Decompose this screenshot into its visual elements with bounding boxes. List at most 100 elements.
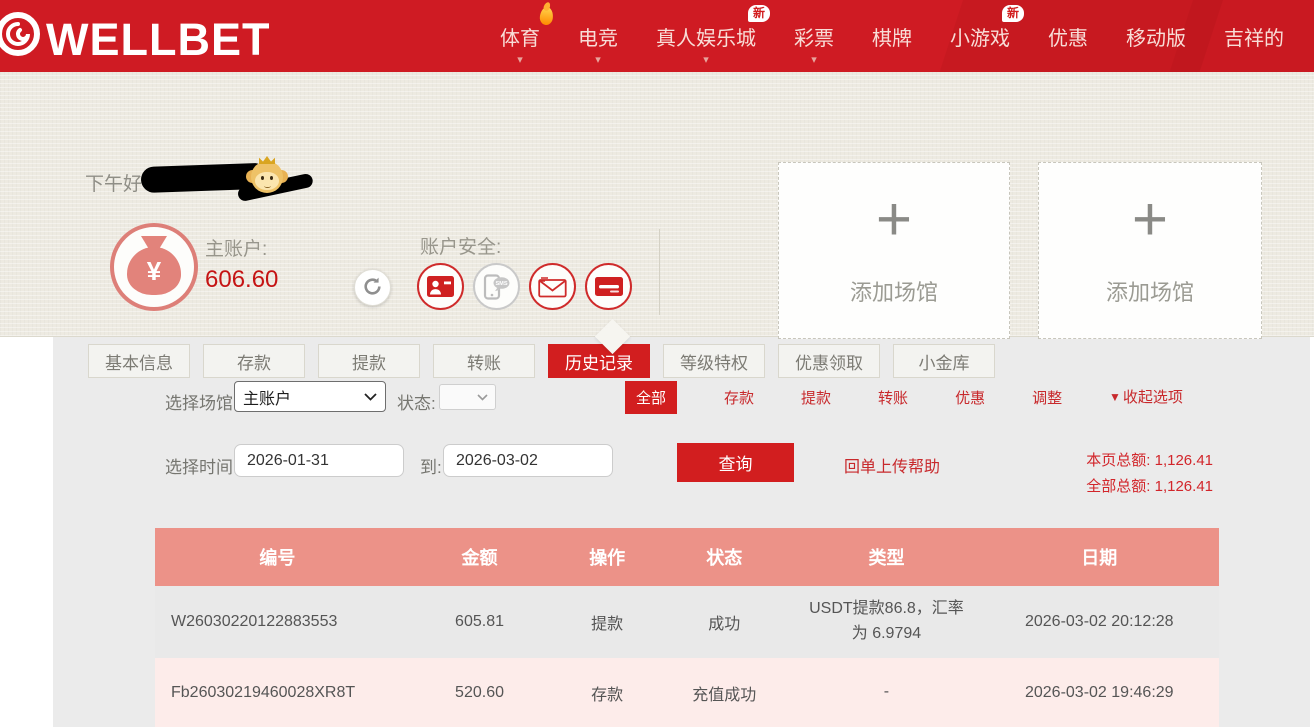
table-row: Fb26030219460028XR8T520.60存款充值成功-2026-03… xyxy=(155,658,1219,727)
collapse-options-link[interactable]: ▼ 收起选项 xyxy=(1109,386,1183,407)
divider xyxy=(659,229,660,315)
type-filter-transfer[interactable]: 转账 xyxy=(878,387,908,408)
nav-item-label: 真人娱乐城 xyxy=(656,22,756,51)
chevron-down-icon: ▾ xyxy=(595,55,601,66)
nav-item-label: 小游戏 xyxy=(950,22,1010,51)
chevron-down-icon xyxy=(477,394,488,401)
receipt-upload-help-link[interactable]: 回单上传帮助 xyxy=(844,453,940,477)
type-filter-adjust[interactable]: 调整 xyxy=(1032,387,1062,408)
venue-select[interactable]: 主账户 xyxy=(234,381,386,412)
status-select-label: 状态: xyxy=(397,389,436,414)
chevron-down-icon: ▾ xyxy=(703,55,709,66)
id-card-icon[interactable] xyxy=(417,263,464,310)
new-badge: 新 xyxy=(748,5,770,22)
top-navbar: WELLBET 体育▾电竞▾真人娱乐城新▾彩票▾棋牌小游戏新优惠移动版吉祥的 xyxy=(0,0,1314,72)
nav-item-label: 彩票 xyxy=(794,22,834,51)
tab-deposit[interactable]: 存款 xyxy=(203,344,305,378)
account-security-label: 账户安全: xyxy=(420,232,501,259)
nav-item-label: 棋牌 xyxy=(872,22,912,51)
page-total: 本页总额: 1,126.41 xyxy=(1086,448,1213,474)
add-venue-card[interactable]: + 添加场馆 xyxy=(1038,162,1262,339)
brand-swirl-icon xyxy=(6,8,46,71)
new-badge: 新 xyxy=(1002,5,1024,22)
date-to-input[interactable] xyxy=(443,444,613,477)
tab-transfer[interactable]: 转账 xyxy=(433,344,535,378)
tab-basic-info[interactable]: 基本信息 xyxy=(88,344,190,378)
cell-status: 成功 xyxy=(655,586,793,658)
tab-vault[interactable]: 小金库 xyxy=(893,344,995,378)
email-icon[interactable] xyxy=(529,263,576,310)
account-tabs: 基本信息存款提款转账历史记录等级特权优惠领取小金库 xyxy=(88,344,995,378)
time-select-label: 选择时间: xyxy=(165,453,238,478)
table-header-cell: 状态 xyxy=(655,528,793,586)
nav-item-lottery[interactable]: 彩票 ▾ xyxy=(794,0,834,72)
type-filter-deposit[interactable]: 存款 xyxy=(724,387,754,408)
add-venue-label: 添加场馆 xyxy=(779,275,1009,307)
cell-type: USDT提款86.8，汇率为 6.9794 xyxy=(793,586,979,658)
table-row: W26030220122883553605.81提款成功USDT提款86.8，汇… xyxy=(155,586,1219,658)
query-button[interactable]: 查询 xyxy=(677,443,794,482)
history-panel: 选择场馆: 主账户 状态: 全部存款提款转账优惠调整 ▼ 收起选项 选择时间: … xyxy=(53,337,1310,727)
tab-promo-claim[interactable]: 优惠领取 xyxy=(778,344,880,378)
venue-select-label: 选择场馆: xyxy=(165,389,238,414)
wallet-icon: ¥ xyxy=(110,223,198,311)
all-total: 全部总额: 1,126.41 xyxy=(1086,474,1213,500)
plus-icon: + xyxy=(779,189,1009,251)
cell-amount: 605.81 xyxy=(400,586,560,658)
type-filter-row: 全部 存款 提款 转账 优惠 调整 xyxy=(625,381,1062,414)
tab-history[interactable]: 历史记录 xyxy=(548,344,650,378)
date-from-input[interactable] xyxy=(234,444,404,477)
cell-operation: 提款 xyxy=(559,586,655,658)
status-select[interactable] xyxy=(439,384,496,410)
refresh-balance-button[interactable] xyxy=(354,269,391,306)
type-filter-all[interactable]: 全部 xyxy=(625,381,677,414)
add-venue-card[interactable]: + 添加场馆 xyxy=(778,162,1010,339)
type-filter-withdraw[interactable]: 提款 xyxy=(801,387,831,408)
nav-item-label: 移动版 xyxy=(1126,22,1186,51)
brand-logo-text: WELLBET xyxy=(46,14,270,66)
chevron-down-icon xyxy=(364,393,377,401)
chevron-down-icon: ▾ xyxy=(517,55,523,66)
bank-card-icon[interactable] xyxy=(585,263,632,310)
cell-date: 2026-03-02 20:12:28 xyxy=(980,586,1219,658)
page: WELLBET 体育▾电竞▾真人娱乐城新▾彩票▾棋牌小游戏新优惠移动版吉祥的 下… xyxy=(0,0,1314,727)
greeting-text: 下午好 xyxy=(85,169,142,196)
table-header-cell: 日期 xyxy=(980,528,1219,586)
brand-logo[interactable]: WELLBET xyxy=(6,8,270,71)
nav-item-label: 吉祥的 xyxy=(1224,22,1284,51)
main-account-label: 主账户: xyxy=(205,234,267,261)
table-header-cell: 操作 xyxy=(559,528,655,586)
nav-item-jixiang[interactable]: 吉祥的 xyxy=(1224,0,1284,72)
main-menu: 体育▾电竞▾真人娱乐城新▾彩票▾棋牌小游戏新优惠移动版吉祥的 xyxy=(500,0,1284,72)
plus-icon: + xyxy=(1039,189,1261,251)
security-icons-row: SMS xyxy=(417,263,632,310)
sms-phone-icon[interactable]: SMS xyxy=(473,263,520,310)
nav-item-mini-games[interactable]: 小游戏新 xyxy=(950,0,1010,72)
table-header-cell: 编号 xyxy=(155,528,400,586)
nav-item-promotions[interactable]: 优惠 xyxy=(1048,0,1088,72)
nav-item-label: 体育 xyxy=(500,22,540,51)
tab-vip-privilege[interactable]: 等级特权 xyxy=(663,344,765,378)
censored-username xyxy=(141,163,262,193)
cell-type: - xyxy=(793,658,979,727)
cell-id: Fb26030219460028XR8T xyxy=(155,658,400,727)
nav-item-esports[interactable]: 电竞▾ xyxy=(578,0,618,72)
refresh-icon xyxy=(362,276,383,300)
venue-select-value: 主账户 xyxy=(243,385,291,409)
nav-item-label: 优惠 xyxy=(1048,22,1088,51)
collapse-options-label: 收起选项 xyxy=(1123,386,1183,407)
flame-icon xyxy=(539,6,554,25)
nav-item-board-games[interactable]: 棋牌 xyxy=(872,0,912,72)
add-venue-label: 添加场馆 xyxy=(1039,275,1261,307)
nav-item-mobile[interactable]: 移动版 xyxy=(1126,0,1186,72)
totals-block: 本页总额: 1,126.41 全部总额: 1,126.41 xyxy=(1086,448,1213,500)
history-table: 编号金额操作状态类型日期 W26030220122883553605.81提款成… xyxy=(155,528,1219,727)
nav-item-live-casino[interactable]: 真人娱乐城新▾ xyxy=(656,0,756,72)
chevron-down-icon: ▾ xyxy=(811,55,817,66)
nav-item-sports[interactable]: 体育 ▾ xyxy=(500,0,540,72)
main-account-balance: 606.60 xyxy=(205,266,278,294)
monkey-emoji xyxy=(246,157,288,197)
cell-date: 2026-03-02 19:46:29 xyxy=(980,658,1219,727)
type-filter-promo[interactable]: 优惠 xyxy=(955,387,985,408)
tab-withdraw[interactable]: 提款 xyxy=(318,344,420,378)
